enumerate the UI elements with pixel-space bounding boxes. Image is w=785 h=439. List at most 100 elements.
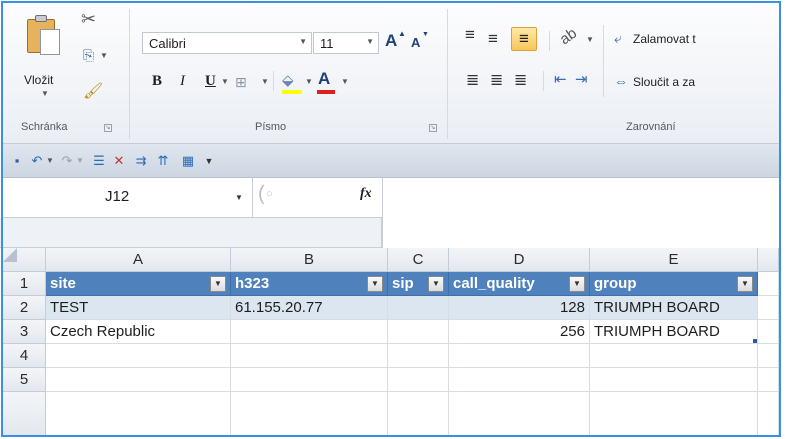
table-header-cell[interactable]: site — [46, 272, 231, 296]
cut-icon[interactable]: ✂ — [81, 9, 96, 30]
empty-cell[interactable] — [231, 392, 388, 437]
table-cell[interactable] — [388, 296, 449, 320]
save-icon[interactable]: ▪ — [9, 153, 25, 169]
filter-dropdown-icon[interactable]: ▼ — [367, 276, 383, 292]
chevron-down-icon[interactable]: ▼ — [299, 37, 307, 46]
font-launcher-icon[interactable]: ↘ — [429, 124, 437, 132]
empty-cell[interactable] — [231, 344, 388, 368]
customize-qat-icon[interactable]: ▼ — [203, 153, 215, 169]
filter-dropdown-icon[interactable]: ▼ — [210, 276, 226, 292]
fill-color-icon[interactable]: ⬙ — [282, 71, 294, 89]
filter-dropdown-icon[interactable]: ▼ — [737, 276, 753, 292]
row-header-6[interactable] — [3, 392, 46, 437]
redo-icon[interactable]: ↷ — [59, 153, 75, 169]
paste-dropdown-icon[interactable]: ▼ — [41, 89, 49, 98]
orientation-icon[interactable]: ab — [557, 25, 580, 48]
table-cell[interactable] — [231, 320, 388, 344]
column-header-c[interactable]: C — [388, 248, 449, 272]
empty-cell[interactable] — [449, 368, 590, 392]
column-header-e[interactable]: E — [590, 248, 758, 272]
empty-cell[interactable] — [231, 368, 388, 392]
empty-cell[interactable] — [590, 368, 758, 392]
table-header-cell[interactable]: group — [590, 272, 758, 296]
table-header-cell[interactable]: h323 — [231, 272, 388, 296]
empty-cell[interactable] — [758, 392, 779, 437]
borders-dropdown-icon[interactable]: ▼ — [261, 77, 269, 86]
table-cell[interactable]: Czech Republic — [46, 320, 231, 344]
redo-dropdown-icon[interactable]: ▼ — [75, 153, 85, 169]
table-cell[interactable]: TEST — [46, 296, 231, 320]
paste-label[interactable]: Vložit — [24, 73, 53, 87]
empty-cell[interactable] — [758, 296, 779, 320]
insert-columns-icon[interactable]: ⇈ — [155, 153, 171, 169]
empty-cell[interactable] — [449, 344, 590, 368]
delete-columns-icon[interactable]: ✕ — [111, 153, 127, 169]
grow-font-button[interactable]: A — [385, 31, 397, 51]
column-header-d[interactable]: D — [449, 248, 590, 272]
row-header-3[interactable]: 3 — [3, 320, 46, 344]
table-cell[interactable]: 61.155.20.77 — [231, 296, 388, 320]
table-cell[interactable]: TRIUMPH BOARD — [590, 296, 758, 320]
clipboard-launcher-icon[interactable]: ↘ — [104, 124, 112, 132]
orientation-dropdown-icon[interactable]: ▼ — [586, 35, 594, 44]
table-cell[interactable]: 256 — [449, 320, 590, 344]
align-right-icon[interactable]: ≣ — [514, 70, 527, 90]
undo-icon[interactable]: ↶ — [29, 153, 45, 169]
insert-function-icon[interactable]: fx — [360, 186, 372, 202]
italic-button[interactable]: I — [180, 73, 185, 90]
underline-dropdown-icon[interactable]: ▼ — [221, 77, 229, 86]
wrap-text-icon[interactable]: ⤶ — [614, 30, 622, 47]
copy-icon[interactable]: ⎘ — [83, 47, 94, 64]
align-center-icon[interactable]: ≣ — [490, 70, 503, 90]
format-painter-icon[interactable]: 🖌 — [83, 81, 103, 101]
undo-dropdown-icon[interactable]: ▼ — [45, 153, 55, 169]
empty-cell[interactable] — [46, 344, 231, 368]
filter-dropdown-icon[interactable]: ▼ — [569, 276, 585, 292]
copy-dropdown-icon[interactable]: ▼ — [100, 51, 108, 60]
underline-button[interactable]: U — [205, 73, 216, 90]
row-header-5[interactable]: 5 — [3, 368, 46, 392]
font-color-button[interactable]: A — [318, 69, 330, 89]
empty-cell[interactable] — [758, 320, 779, 344]
empty-cell[interactable] — [758, 344, 779, 368]
font-size-dropdown[interactable]: 11 ▼ — [313, 32, 379, 54]
fill-dropdown-icon[interactable]: ▼ — [305, 77, 313, 86]
row-header-1[interactable]: 1 — [3, 272, 46, 296]
align-left-icon[interactable]: ≣ — [466, 70, 479, 90]
align-bottom-icon[interactable]: ≡ — [511, 27, 537, 51]
column-header-f[interactable] — [758, 248, 779, 272]
chevron-down-icon[interactable]: ▼ — [366, 37, 374, 46]
align-middle-icon[interactable]: ≡ — [488, 29, 498, 49]
font-color-dropdown-icon[interactable]: ▼ — [341, 77, 349, 86]
increase-indent-icon[interactable]: ⇥ — [575, 70, 588, 88]
empty-cell[interactable] — [46, 392, 231, 437]
empty-cell[interactable] — [388, 392, 449, 437]
delete-rows-icon[interactable]: ☰ — [91, 153, 107, 169]
align-top-icon[interactable]: ≡ — [465, 25, 475, 45]
table-cell[interactable]: 128 — [449, 296, 590, 320]
column-header-a[interactable]: A — [46, 248, 231, 272]
borders-icon[interactable]: ⊞ — [235, 74, 247, 91]
empty-cell[interactable] — [758, 368, 779, 392]
font-name-dropdown[interactable]: Calibri ▼ — [142, 32, 312, 54]
chevron-down-icon[interactable]: ▼ — [235, 193, 243, 202]
empty-cell[interactable] — [449, 392, 590, 437]
insert-rows-icon[interactable]: ⇉ — [133, 153, 149, 169]
merge-center-label[interactable]: Sloučit a za — [633, 75, 695, 89]
empty-cell[interactable] — [46, 368, 231, 392]
wrap-text-label[interactable]: Zalamovat t — [633, 32, 696, 46]
formula-input[interactable] — [382, 178, 779, 248]
row-header-2[interactable]: 2 — [3, 296, 46, 320]
decrease-indent-icon[interactable]: ⇤ — [554, 70, 567, 88]
empty-cell[interactable] — [590, 344, 758, 368]
shrink-font-button[interactable]: A — [411, 35, 420, 50]
name-box[interactable]: J12 ▼ — [3, 178, 253, 218]
table-icon[interactable]: ▦ — [179, 153, 197, 169]
row-header-4[interactable]: 4 — [3, 344, 46, 368]
empty-cell[interactable] — [590, 392, 758, 437]
bold-button[interactable]: B — [152, 73, 162, 90]
merge-center-icon[interactable]: ⇔ — [614, 73, 628, 89]
empty-cell[interactable] — [758, 272, 779, 296]
table-cell[interactable]: TRIUMPH BOARD — [590, 320, 758, 344]
empty-cell[interactable] — [388, 368, 449, 392]
